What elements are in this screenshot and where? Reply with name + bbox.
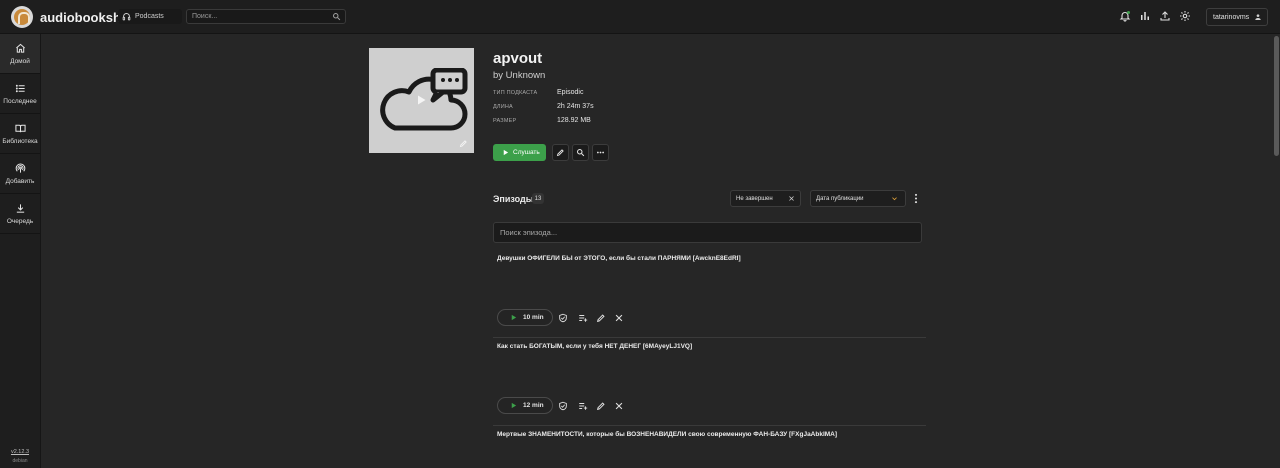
sidebar-item-queue[interactable]: Очередь [0, 194, 40, 234]
home-icon [15, 43, 25, 53]
play-overlay-icon[interactable] [415, 94, 427, 106]
episode-title[interactable]: Как стать БОГАТЫМ, если у тебя НЕТ ДЕНЕГ… [497, 343, 692, 350]
bell-icon[interactable] [1119, 10, 1131, 22]
meta-length-label: ДЛИНА [493, 104, 513, 110]
add-to-playlist-icon[interactable] [578, 313, 588, 323]
sidebar-item-add[interactable]: Добавить [0, 154, 40, 194]
sidebar-item-label: Добавить [5, 177, 35, 185]
meta-length-value: 2h 24m 37s [557, 103, 594, 110]
episode-filter-value: Не завершен [736, 195, 773, 202]
episodes-heading: Эпизоды [493, 194, 534, 204]
download-icon [16, 203, 24, 213]
sidebar-item-home[interactable]: Домой [0, 34, 40, 74]
edit-cover-icon[interactable] [459, 139, 468, 148]
episode-duration: 10 min [523, 314, 544, 321]
library-name: Podcasts [135, 13, 164, 20]
library-select[interactable]: Podcasts [118, 9, 182, 24]
sidebar-item-library[interactable]: Библиотека [0, 114, 40, 154]
play-icon [503, 149, 509, 156]
meta-type-value: Episodic [557, 89, 584, 96]
episode-filter-select[interactable]: Не завершен [730, 190, 801, 207]
global-search-input[interactable]: Поиск... [186, 9, 346, 24]
more-horizontal-icon [596, 151, 605, 154]
close-icon[interactable] [614, 313, 624, 323]
episode-duration: 12 min [523, 402, 544, 409]
sidebar-item-label: Последнее [3, 97, 37, 105]
sidebar: Домой Последнее Библиотека Добавить Очер… [0, 34, 41, 468]
user-icon [1255, 14, 1261, 20]
meta-size-value: 128.92 MB [557, 117, 591, 124]
play-icon [511, 402, 517, 409]
app-logo[interactable] [11, 6, 33, 28]
top-bar: audiobookshelf Podcasts Поиск... tatarin… [0, 0, 1280, 34]
find-episodes-button[interactable] [572, 144, 589, 161]
episode-sort-value: Дата публикации [816, 195, 864, 202]
episode-title[interactable]: Мертвые ЗНАМЕНИТОСТИ, которые бы ВОЗНЕНА… [497, 431, 837, 438]
upload-icon[interactable] [1159, 10, 1171, 22]
pencil-icon[interactable] [596, 401, 606, 411]
version-link[interactable]: v2.12.3 [0, 449, 40, 455]
pencil-icon [556, 149, 564, 157]
stats-icon[interactable] [1139, 10, 1151, 22]
book-icon [14, 124, 26, 132]
episode-title[interactable]: Девушки ОФИГЕЛИ БЫ от ЭТОГО, если бы ста… [497, 255, 741, 262]
close-icon[interactable] [788, 195, 795, 202]
scrollbar[interactable] [1274, 36, 1279, 156]
podcast-author[interactable]: by Unknown [493, 70, 545, 81]
episode-row[interactable]: Как стать БОГАТЫМ, если у тебя НЕТ ДЕНЕГ… [493, 338, 926, 426]
mark-finished-icon[interactable] [558, 313, 568, 323]
user-name: tatarinovms [1213, 13, 1250, 21]
episode-row[interactable]: Мертвые ЗНАМЕНИТОСТИ, которые бы ВОЗНЕНА… [493, 426, 926, 468]
episodes-count-badge: 13 [532, 193, 544, 204]
episode-search-placeholder: Поиск эпизода... [500, 228, 558, 237]
podcast-icon [15, 162, 25, 173]
episode-sort-select[interactable]: Дата публикации [810, 190, 906, 207]
meta-size-label: РАЗМЕР [493, 118, 517, 124]
add-to-playlist-icon[interactable] [578, 401, 588, 411]
meta-type-label: ТИП ПОДКАСТА [493, 90, 538, 96]
list-icon [15, 84, 25, 92]
settings-icon[interactable] [1179, 10, 1191, 22]
episode-row[interactable]: Девушки ОФИГЕЛИ БЫ от ЭТОГО, если бы ста… [493, 250, 926, 338]
user-menu-button[interactable]: tatarinovms [1206, 8, 1268, 26]
more-vertical-icon[interactable] [912, 193, 920, 204]
pencil-icon[interactable] [596, 313, 606, 323]
play-icon [511, 314, 517, 321]
episode-search-input[interactable]: Поиск эпизода... [493, 222, 922, 243]
global-search-placeholder: Поиск... [192, 13, 218, 20]
chevron-down-icon [892, 197, 897, 201]
sidebar-item-label: Библиотека [2, 137, 38, 145]
close-icon[interactable] [614, 401, 624, 411]
sidebar-item-label: Домой [10, 57, 30, 65]
podcast-cover[interactable] [369, 48, 474, 153]
sidebar-item-latest[interactable]: Последнее [0, 74, 40, 114]
listen-label: Слушать [513, 149, 540, 156]
podcast-title: apvout [493, 50, 543, 67]
logo-mark [14, 9, 30, 25]
sidebar-item-label: Очередь [6, 217, 34, 225]
build-label: debian [12, 458, 28, 464]
edit-button[interactable] [552, 144, 569, 161]
headphones-icon [122, 13, 131, 21]
listen-button[interactable]: Слушать [493, 144, 546, 161]
more-button[interactable] [592, 144, 609, 161]
search-icon [333, 13, 341, 21]
episode-play-button[interactable]: 12 min [497, 397, 553, 414]
episode-play-button[interactable]: 10 min [497, 309, 553, 326]
search-icon [577, 149, 585, 157]
mark-finished-icon[interactable] [558, 401, 568, 411]
